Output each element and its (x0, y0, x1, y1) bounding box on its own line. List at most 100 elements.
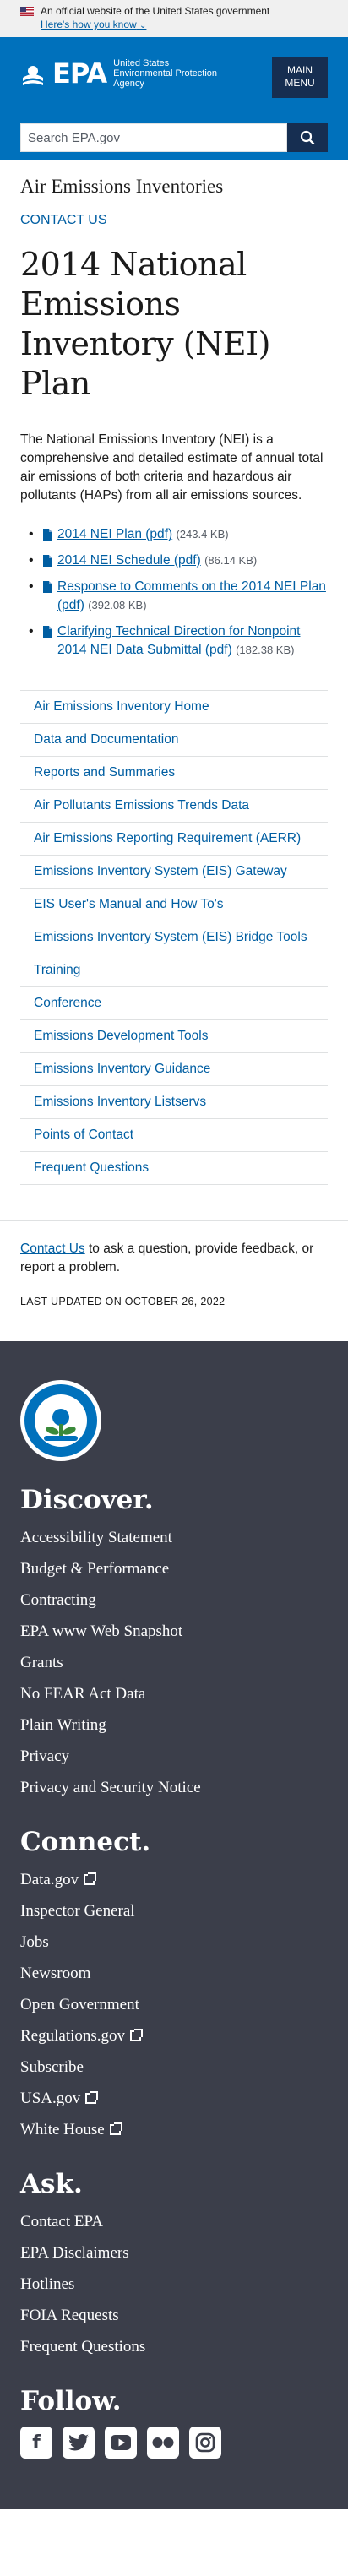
side-nav-item: Emissions Inventory System (EIS) Gateway (20, 856, 328, 889)
footer-link[interactable]: White House (20, 2121, 122, 2139)
document-link[interactable]: 2014 NEI Schedule (pdf) (57, 553, 201, 568)
side-nav: Air Emissions Inventory Home Data and Do… (20, 690, 328, 1185)
footer-link[interactable]: Regulations.gov (20, 2027, 144, 2045)
gov-banner: An official website of the United States… (0, 0, 348, 37)
list-item: Inspector General (20, 1895, 328, 1927)
side-nav-item: Reports and Summaries (20, 757, 328, 790)
footer-link[interactable]: Data.gov (20, 1871, 97, 1889)
footer-link[interactable]: Contracting (20, 1591, 96, 1609)
list-item: Response to Comments on the 2014 NEI Pla… (29, 578, 328, 615)
side-nav-link[interactable]: Emissions Inventory System (EIS) Bridge … (34, 930, 307, 944)
gov-banner-text: An official website of the United States… (41, 5, 270, 17)
footer-link[interactable]: Plain Writing (20, 1716, 106, 1734)
external-link-icon (84, 1872, 97, 1885)
side-nav-item: Emissions Inventory System (EIS) Bridge … (20, 921, 328, 954)
epa-flower-logo-icon (23, 66, 43, 85)
youtube-icon[interactable] (105, 2427, 137, 2459)
contact-us-footer-link[interactable]: Contact Us (20, 1242, 85, 1256)
search-input[interactable] (20, 123, 287, 152)
footer-link[interactable]: Inspector General (20, 1902, 135, 1920)
main-menu-label-line1: MAIN (287, 64, 313, 76)
footer-link[interactable]: EPA www Web Snapshot (20, 1622, 182, 1640)
footer-link[interactable]: Budget & Performance (20, 1560, 169, 1578)
twitter-bird-shape (68, 2434, 89, 2451)
footer-link[interactable]: Grants (20, 1654, 63, 1671)
footer-link[interactable]: Contact EPA (20, 2213, 103, 2231)
side-nav-link[interactable]: EIS User's Manual and How To's (34, 897, 223, 911)
list-item: EPA www Web Snapshot (20, 1616, 328, 1647)
last-updated: LAST UPDATED ON OCTOBER 26, 2022 (20, 1296, 226, 1307)
twitter-icon[interactable] (63, 2427, 95, 2459)
footer-link[interactable]: Open Government (20, 1996, 139, 2014)
list-item: Hotlines (20, 2269, 328, 2300)
document-list: 2014 NEI Plan (pdf) (243.4 KB) 2014 NEI … (20, 525, 328, 660)
footer-link[interactable]: Jobs (20, 1933, 49, 1951)
footer-link[interactable]: USA.gov (20, 2090, 99, 2107)
side-nav-item: Points of Contact (20, 1119, 328, 1152)
epa-logo-link[interactable]: EPA United States Environmental Protecti… (20, 57, 223, 90)
flickr-icon[interactable] (147, 2427, 179, 2459)
pdf-file-icon (43, 626, 52, 638)
list-item: USA.gov (20, 2083, 328, 2114)
list-item: Accessibility Statement (20, 1522, 328, 1553)
side-nav-link[interactable]: Emissions Development Tools (34, 1029, 208, 1043)
footer-heading-connect: Connect. (20, 1827, 151, 1857)
list-item: 2014 NEI Schedule (pdf) (86.14 KB) (29, 552, 328, 570)
list-item: White House (20, 2114, 328, 2145)
list-item: 2014 NEI Plan (pdf) (243.4 KB) (29, 525, 328, 544)
external-link-icon (85, 2091, 99, 2104)
side-nav-link[interactable]: Air Emissions Inventory Home (34, 699, 209, 714)
social-links: f (20, 2427, 328, 2459)
how-you-know-link[interactable]: Here's how you know ⌄ (41, 19, 146, 30)
file-size: (392.08 KB) (88, 599, 147, 611)
footer-link[interactable]: Hotlines (20, 2275, 74, 2293)
list-item: Frequent Questions (20, 2331, 328, 2362)
side-nav-link[interactable]: Points of Contact (34, 1128, 133, 1142)
side-nav-link[interactable]: Emissions Inventory Listservs (34, 1095, 206, 1109)
site-header: EPA United States Environmental Protecti… (0, 37, 348, 160)
side-nav-link[interactable]: Conference (34, 996, 101, 1010)
side-nav-item: Conference (20, 987, 328, 1020)
side-nav-link[interactable]: Training (34, 963, 80, 977)
side-nav-item: Emissions Inventory Listservs (20, 1086, 328, 1119)
footer-link[interactable]: No FEAR Act Data (20, 1685, 145, 1703)
side-nav-item: Data and Documentation (20, 724, 328, 757)
side-nav-link[interactable]: Data and Documentation (34, 732, 178, 747)
footer-link[interactable]: Privacy and Security Notice (20, 1779, 201, 1796)
side-nav-link[interactable]: Air Pollutants Emissions Trends Data (34, 798, 249, 812)
footer-link-label: USA.gov (20, 2090, 81, 2107)
side-nav-link[interactable]: Frequent Questions (34, 1160, 149, 1175)
chevron-down-icon: ⌄ (139, 21, 147, 30)
youtube-play-shape (111, 2435, 131, 2450)
instagram-icon[interactable] (189, 2427, 221, 2459)
side-nav-link[interactable]: Emissions Inventory Guidance (34, 1062, 210, 1076)
search-button[interactable] (287, 123, 328, 152)
side-nav-item: Emissions Development Tools (20, 1020, 328, 1053)
footer-heading-ask: Ask. (20, 2169, 83, 2199)
agency-name: United States Environmental Protection A… (113, 58, 218, 89)
footer-link[interactable]: Privacy (20, 1747, 69, 1765)
footer-link[interactable]: FOIA Requests (20, 2307, 119, 2324)
list-item: FOIA Requests (20, 2300, 328, 2331)
file-size: (182.38 KB) (236, 644, 295, 656)
facebook-icon[interactable]: f (20, 2427, 52, 2459)
list-item: Plain Writing (20, 1709, 328, 1741)
footer-link[interactable]: Accessibility Statement (20, 1529, 172, 1546)
document-link[interactable]: 2014 NEI Plan (pdf) (57, 527, 172, 541)
footer-link[interactable]: Frequent Questions (20, 2338, 145, 2356)
us-flag-icon (20, 6, 34, 16)
footer-link[interactable]: EPA Disclaimers (20, 2244, 129, 2262)
contact-us-link[interactable]: CONTACT US (20, 213, 328, 245)
side-nav-link[interactable]: Air Emissions Reporting Requirement (AER… (34, 831, 301, 845)
side-nav-item: EIS User's Manual and How To's (20, 889, 328, 921)
list-item: Data.gov (20, 1864, 328, 1895)
side-nav-item: Air Emissions Inventory Home (20, 691, 328, 724)
side-nav-link[interactable]: Emissions Inventory System (EIS) Gateway (34, 864, 287, 878)
side-nav-link[interactable]: Reports and Summaries (34, 765, 175, 780)
footer-link[interactable]: Subscribe (20, 2058, 84, 2076)
main-menu-button[interactable]: MAIN MENU (272, 57, 328, 98)
section-title: Air Emissions Inventories (20, 176, 224, 197)
contact-block: Contact Us to ask a question, provide fe… (0, 1220, 348, 1311)
list-item: Contact EPA (20, 2206, 328, 2237)
footer-link[interactable]: Newsroom (20, 1965, 90, 1982)
